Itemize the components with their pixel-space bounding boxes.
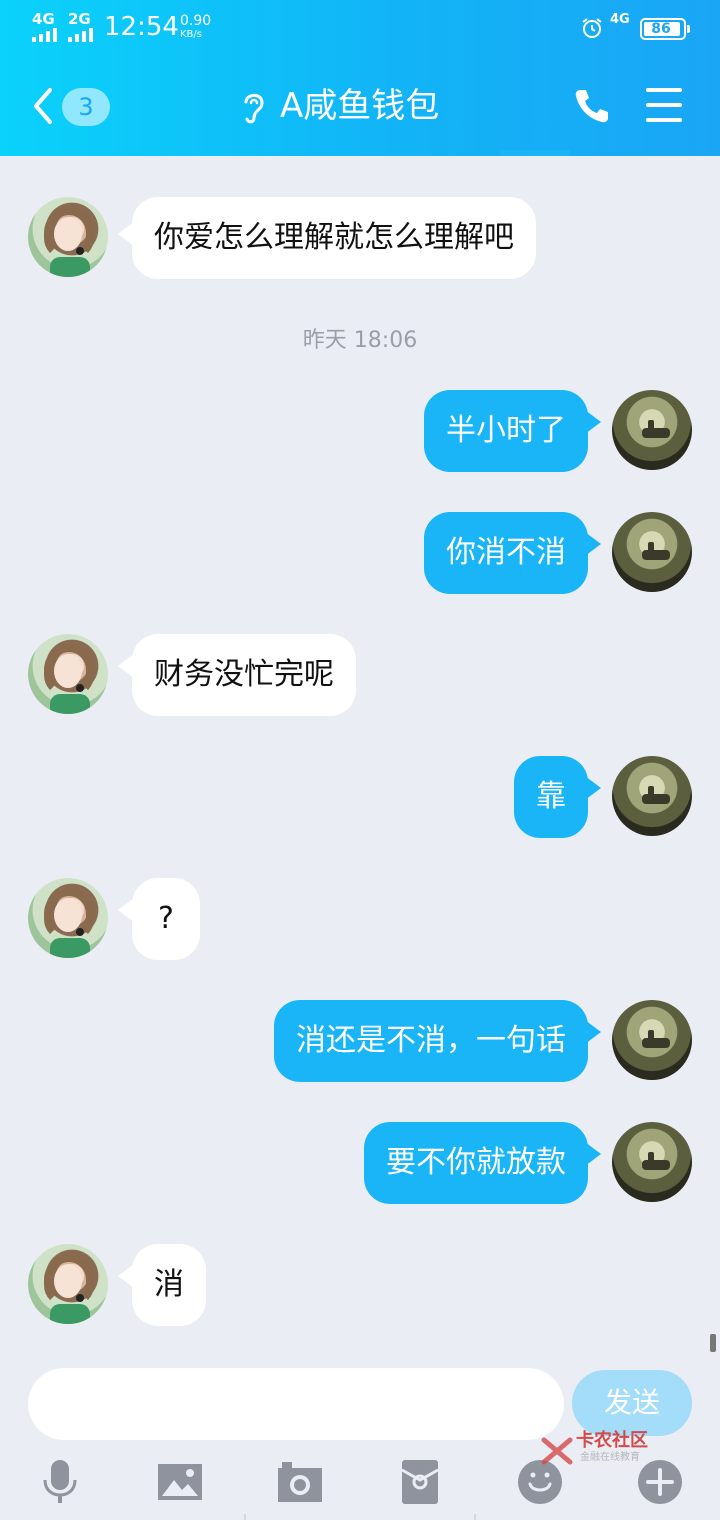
my-avatar[interactable] — [612, 756, 692, 836]
battery-icon: 86 — [640, 18, 690, 40]
previous-message-edge — [500, 150, 570, 156]
back-chevron-icon[interactable] — [30, 86, 54, 126]
signal-4g: 4G — [32, 10, 55, 28]
incoming-message[interactable]: 你爱怎么理解就怎么理解吧 — [132, 197, 536, 279]
scrollbar[interactable] — [710, 1334, 716, 1352]
incoming-message[interactable]: ? — [132, 878, 200, 960]
alarm-clock-icon — [582, 18, 602, 38]
microphone-icon[interactable] — [36, 1458, 84, 1506]
contact-avatar[interactable] — [28, 197, 108, 277]
signal-bars-2-icon — [68, 28, 93, 42]
watermark: 卡农社区 金融在线教育 — [540, 1430, 664, 1470]
red-packet-icon[interactable] — [396, 1458, 444, 1506]
unread-count-badge[interactable]: 3 — [62, 88, 110, 126]
image-icon[interactable] — [156, 1458, 204, 1506]
incoming-message[interactable]: 消 — [132, 1244, 206, 1326]
my-avatar[interactable] — [612, 390, 692, 470]
signal-2g: 2G — [68, 10, 91, 28]
my-avatar[interactable] — [612, 1122, 692, 1202]
contact-avatar[interactable] — [28, 634, 108, 714]
send-button[interactable]: 发送 — [572, 1370, 692, 1436]
outgoing-message[interactable]: 消还是不消，一句话 — [274, 1000, 588, 1082]
ear-icon[interactable] — [240, 88, 268, 126]
network-speed: 0.90 KB/s — [180, 13, 212, 40]
signal-bars-icon — [32, 28, 57, 42]
watermark-logo-icon — [541, 1437, 573, 1465]
menu-icon[interactable] — [646, 88, 682, 122]
outgoing-message[interactable]: 靠 — [514, 756, 588, 838]
outgoing-message[interactable]: 半小时了 — [424, 390, 588, 472]
my-avatar[interactable] — [612, 512, 692, 592]
status-bar: 4G 2G 12:54 0.90 KB/s 4G 86 — [0, 0, 720, 56]
incoming-message[interactable]: 财务没忙完呢 — [132, 634, 356, 716]
chat-header: 4G 2G 12:54 0.90 KB/s 4G 86 3 A咸鱼钱包 — [0, 0, 720, 156]
contact-avatar[interactable] — [28, 878, 108, 958]
camera-icon[interactable] — [276, 1458, 324, 1506]
my-avatar[interactable] — [612, 1000, 692, 1080]
contact-avatar[interactable] — [28, 1244, 108, 1324]
network-type: 4G — [610, 12, 630, 27]
message-input[interactable] — [28, 1368, 564, 1440]
message-timestamp: 昨天 18:06 — [302, 328, 418, 353]
status-time: 12:54 — [104, 12, 179, 42]
phone-icon[interactable] — [572, 86, 612, 126]
outgoing-message[interactable]: 要不你就放款 — [364, 1122, 588, 1204]
chat-title: A咸鱼钱包 — [280, 86, 440, 126]
outgoing-message[interactable]: 你消不消 — [424, 512, 588, 594]
